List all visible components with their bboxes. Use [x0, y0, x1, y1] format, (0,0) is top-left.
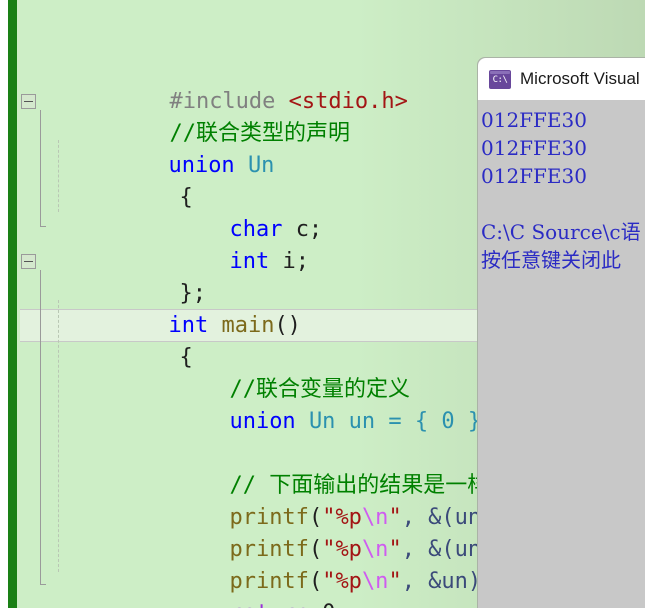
token-type-un-2: Un [308, 409, 336, 434]
icon-glyph: C:\ [492, 74, 508, 85]
code-line-9[interactable]: { [17, 278, 192, 370]
token-return-value: 0; [309, 601, 349, 608]
token-keyword-union-2: union [229, 409, 296, 434]
token-keyword-return: return [229, 601, 308, 608]
editor-left-margin [0, 0, 8, 608]
console-window[interactable]: C:\ Microsoft Visual 012FFE30 012FFE30 0… [477, 57, 645, 608]
code-line-13[interactable]: // 下面输出的结果是一样的吗? [17, 406, 546, 498]
code-line-5[interactable]: char c; [17, 150, 322, 242]
code-line-6[interactable]: int i; [17, 182, 309, 274]
console-titlebar[interactable]: C:\ Microsoft Visual [478, 58, 645, 100]
icon-topbar [490, 70, 510, 74]
token-escape-n: \n [361, 569, 389, 594]
console-output-line: 012FFE30 [481, 108, 587, 132]
code-line-18[interactable]: } [17, 566, 123, 598]
code-line-14[interactable]: printf("%p\n", &(un.i)); [17, 438, 547, 530]
token-type-un: Un [247, 153, 275, 178]
token-quote-close: " [388, 569, 402, 594]
token-function-main: main [221, 313, 275, 338]
console-output-line: 012FFE30 [481, 164, 587, 188]
code-line-8[interactable]: int main() [17, 246, 300, 338]
console-output-path-line: C:\C Source\c语 [481, 220, 641, 244]
code-line-16[interactable]: printf("%p\n", &un); [17, 502, 494, 594]
code-line-4[interactable]: { [17, 118, 192, 210]
code-line-7[interactable]: }; [17, 214, 206, 306]
token-main-parens: () [274, 313, 301, 338]
code-line-15[interactable]: printf("%p\n", &(un.c)); [17, 470, 547, 562]
console-output-blank-line [481, 190, 645, 218]
console-output-prompt-line: 按任意键关闭此 [481, 248, 621, 272]
unsaved-change-indicator-bar [8, 0, 17, 608]
token-keyword-int: int [229, 249, 270, 274]
code-line-11[interactable]: union Un un = { 0 }; [17, 342, 494, 434]
code-line-1[interactable]: #include <stdio.h> [17, 22, 407, 114]
code-line-3[interactable]: union Un [17, 86, 274, 178]
console-output-line: 012FFE30 [481, 136, 587, 160]
token-var-i: i; [282, 249, 309, 274]
screenshot-root: #include <stdio.h> //联合类型的声明 union Un { [0, 0, 645, 608]
code-line-10[interactable]: //联合变量的定义 [17, 310, 410, 402]
console-output-area[interactable]: 012FFE30 012FFE30 012FFE30 C:\C Source\c… [478, 100, 645, 608]
console-window-title: Microsoft Visual [520, 69, 640, 88]
token-union-var-decl: un = { 0 }; [335, 409, 495, 434]
code-line-17[interactable]: return 0; [17, 534, 348, 608]
command-prompt-icon: C:\ [489, 69, 511, 89]
code-line-2[interactable]: //联合类型的声明 [17, 54, 350, 146]
